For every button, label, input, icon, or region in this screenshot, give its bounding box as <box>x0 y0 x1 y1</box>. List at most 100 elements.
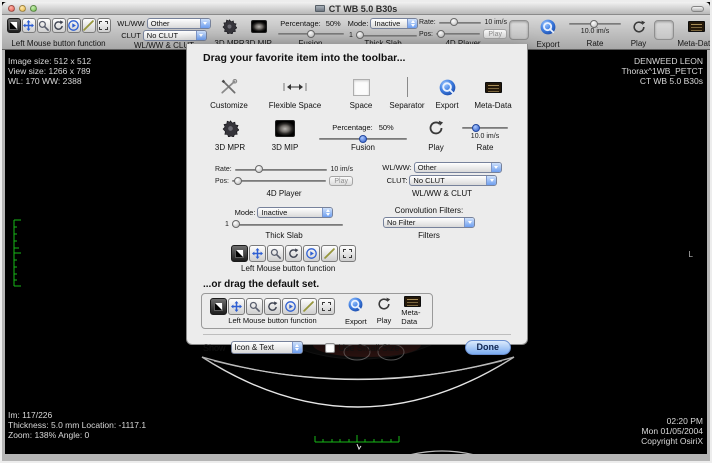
rotate-tool-icon[interactable] <box>264 298 281 315</box>
rate-slider-knob[interactable] <box>472 124 480 132</box>
done-button[interactable]: Done <box>465 340 512 355</box>
4d-rate-slider[interactable] <box>235 169 328 171</box>
export-icon[interactable] <box>540 19 556 40</box>
4d-pos-slider[interactable] <box>436 33 480 35</box>
rate-slider[interactable] <box>462 127 508 129</box>
slab-slider[interactable] <box>232 224 343 226</box>
roi-marquee-icon[interactable] <box>318 298 335 315</box>
palette-item-customize[interactable]: Customize <box>203 76 255 110</box>
measure-line-icon[interactable] <box>82 18 96 33</box>
3d-mpr-icon <box>222 116 239 140</box>
4d-play-button[interactable]: Play <box>483 29 507 39</box>
rate-slider-knob[interactable] <box>590 20 598 28</box>
rotate-tool-icon[interactable] <box>285 245 302 262</box>
4d-rate-knob[interactable] <box>255 165 263 173</box>
play-icon[interactable] <box>632 20 646 39</box>
palette-item-mouse-function[interactable]: Left Mouse button function <box>231 244 511 273</box>
window-frame: CT WB 5.0 B30s Left Mouse button functio… <box>2 2 710 461</box>
popup-arrows-icon <box>196 31 206 40</box>
default-set-label: ...or drag the default set. <box>203 279 511 290</box>
palette-item-space[interactable]: Space <box>335 76 387 110</box>
palette-item-wlww-clut[interactable]: WL/WW: Other CLUT: No CLUT WL/WW & CLUT <box>369 162 515 198</box>
browse-play-icon[interactable] <box>282 298 299 315</box>
popup-arrows-icon <box>486 176 496 185</box>
filters-popup[interactable]: No Filter <box>383 217 475 228</box>
meta-data-icon[interactable] <box>688 21 705 32</box>
wlww-popup[interactable]: Other <box>414 162 502 173</box>
default-play[interactable]: Play <box>377 297 392 325</box>
measure-line-icon[interactable] <box>300 298 317 315</box>
clut-popup[interactable]: No CLUT <box>409 175 497 186</box>
slab-slider-knob[interactable] <box>232 220 240 228</box>
palette-item-3dmip[interactable]: 3D MIP <box>257 116 313 152</box>
palette-item-play[interactable]: Play <box>413 116 459 152</box>
4d-pos-knob[interactable] <box>234 177 242 185</box>
palette-item-filters[interactable]: Convolution Filters: No Filter Filters <box>369 206 489 240</box>
mouse-function-segment <box>7 18 111 33</box>
palette-item-rate[interactable]: 10.0 im/s Rate <box>459 125 511 152</box>
fusion-slider[interactable] <box>319 138 407 140</box>
palette-item-export[interactable]: Export <box>427 76 467 110</box>
4d-pos-slider[interactable] <box>232 180 326 182</box>
rotate-tool-icon[interactable] <box>52 18 66 33</box>
fusion-slider[interactable] <box>278 33 344 35</box>
roi-marquee-icon[interactable] <box>339 245 356 262</box>
wlww-popup[interactable]: Other <box>147 18 211 29</box>
fusion-slider-knob[interactable] <box>307 30 315 38</box>
slab-mode-popup[interactable]: Inactive <box>370 18 418 29</box>
4d-play-button[interactable]: Play <box>329 176 353 186</box>
vertical-ruler <box>14 220 21 286</box>
pan-move-icon[interactable] <box>228 298 245 315</box>
show-popup[interactable]: Icon & Text <box>231 341 303 354</box>
palette-item-thick-slab[interactable]: Mode: Inactive 1 Thick Slab <box>225 207 343 240</box>
slab-slider-knob[interactable] <box>356 31 364 39</box>
wlww-contrast-icon[interactable] <box>231 245 248 262</box>
3d-mip-icon[interactable] <box>251 20 267 33</box>
palette-item-3dmpr[interactable]: 3D MPR <box>203 116 257 152</box>
default-export[interactable]: Export <box>345 297 367 326</box>
window-title-area: CT WB 5.0 B30s <box>2 2 710 15</box>
title-bar[interactable]: CT WB 5.0 B30s <box>2 2 710 15</box>
copyright-text: Copyright OsiriX <box>641 436 703 446</box>
wlww-contrast-icon[interactable] <box>210 298 227 315</box>
pan-move-icon[interactable] <box>249 245 266 262</box>
orientation-marker: L <box>689 250 693 259</box>
browse-play-icon[interactable] <box>67 18 81 33</box>
browse-play-icon[interactable] <box>303 245 320 262</box>
use-small-size-checkbox[interactable] <box>325 343 335 353</box>
toolbar-toggle-pill[interactable] <box>691 6 704 12</box>
wlww-label: WL/WW <box>117 19 145 28</box>
zoom-tool-icon[interactable] <box>267 245 284 262</box>
slab-mode-popup[interactable]: Inactive <box>257 207 333 218</box>
image-size-text: Image size: 512 x 512 <box>8 56 91 66</box>
measure-line-icon[interactable] <box>321 245 338 262</box>
slab-slider[interactable] <box>356 35 417 37</box>
toolbar-item-export[interactable]: Export <box>531 17 565 48</box>
zoom-tool-icon[interactable] <box>37 18 51 33</box>
date-text: Mon 01/05/2004 <box>641 426 703 436</box>
3d-mpr-icon[interactable] <box>222 19 237 39</box>
palette-item-separator[interactable]: Separator <box>387 76 427 110</box>
palette-item-fusion[interactable]: Percentage:50% Fusion <box>313 123 413 152</box>
palette-item-4d-player[interactable]: Rate: 10 im/s Pos: Play 4D Player <box>215 166 353 198</box>
thickness-location-text: Thickness: 5.0 mm Location: -1117.1 <box>8 420 146 430</box>
4d-pos-label: Pos: <box>419 31 433 38</box>
play-label: Play <box>631 39 647 48</box>
default-set-box[interactable]: Left Mouse button function Export Play M… <box>201 293 433 329</box>
4d-rate-knob[interactable] <box>450 18 458 26</box>
4d-rate-slider[interactable] <box>439 22 482 24</box>
palette-item-flexible-space[interactable]: Flexible Space <box>255 76 335 110</box>
toolbar-item-metadata[interactable]: Meta-Data <box>676 17 712 48</box>
toolbar-item-play[interactable]: Play <box>625 17 652 48</box>
fusion-slider-knob[interactable] <box>359 135 367 143</box>
roi-marquee-icon[interactable] <box>97 18 111 33</box>
rate-slider[interactable] <box>569 23 621 25</box>
pan-move-icon[interactable] <box>22 18 36 33</box>
zoom-tool-icon[interactable] <box>246 298 263 315</box>
clut-popup[interactable]: No CLUT <box>143 30 207 41</box>
wlww-contrast-icon[interactable] <box>7 18 21 33</box>
palette-item-metadata[interactable]: Meta-Data <box>467 76 519 110</box>
popup-arrows-icon <box>292 342 302 353</box>
4d-pos-knob[interactable] <box>437 30 445 38</box>
default-metadata[interactable]: Meta-Data <box>401 296 424 326</box>
